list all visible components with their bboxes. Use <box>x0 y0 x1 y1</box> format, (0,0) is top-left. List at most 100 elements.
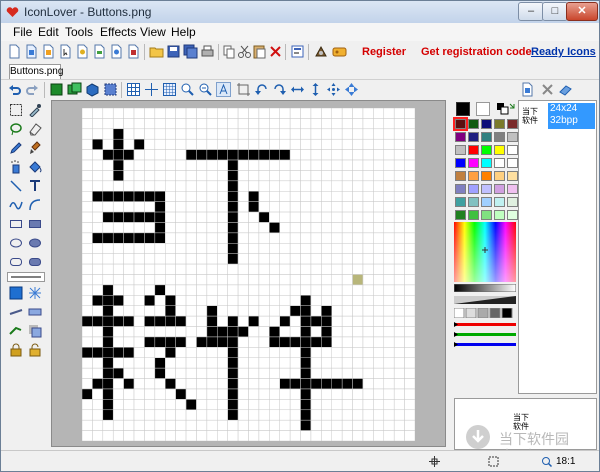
pixel-cell[interactable] <box>123 211 135 223</box>
pixel-cell[interactable] <box>237 232 249 244</box>
pixel-cell[interactable] <box>165 388 176 400</box>
pixel-cell[interactable] <box>196 347 208 358</box>
pixel-cell[interactable] <box>373 336 385 348</box>
pixel-cell[interactable] <box>279 378 291 390</box>
pixel-cell[interactable] <box>300 378 312 390</box>
pixel-cell[interactable] <box>92 284 104 296</box>
pixel-cell[interactable] <box>185 430 197 442</box>
palette-swatch[interactable] <box>481 119 492 129</box>
pixel-cell[interactable] <box>352 118 364 130</box>
pixel-cell[interactable] <box>352 326 364 338</box>
layer-3d-icon[interactable] <box>85 82 100 97</box>
pixel-cell[interactable] <box>206 378 218 390</box>
pixel-cell[interactable] <box>217 253 228 265</box>
pixel-cell[interactable] <box>331 347 343 358</box>
pixel-cell[interactable] <box>154 170 166 182</box>
pixel-cell[interactable] <box>300 367 312 379</box>
rounded-rect-filled-icon[interactable] <box>28 255 42 269</box>
pixel-cell[interactable] <box>248 191 260 202</box>
pixel-cell[interactable] <box>217 315 228 327</box>
pixel-cell[interactable] <box>289 357 301 369</box>
pixel-cell[interactable] <box>175 347 187 358</box>
pixel-cell[interactable] <box>383 211 395 223</box>
pixel-cell[interactable] <box>341 253 353 265</box>
pixel-cell[interactable] <box>331 180 343 192</box>
pixel-cell[interactable] <box>133 191 145 202</box>
pixel-cell[interactable] <box>393 419 405 431</box>
line-width-selector-icon[interactable] <box>7 272 45 282</box>
pixel-cell[interactable] <box>373 315 385 327</box>
pixel-cell[interactable] <box>92 430 104 442</box>
pixel-cell[interactable] <box>331 149 343 161</box>
pixel-cell[interactable] <box>373 138 385 150</box>
pixel-cell[interactable] <box>175 191 187 202</box>
pixel-cell[interactable] <box>279 263 291 275</box>
unlock-colors-icon[interactable] <box>28 343 42 357</box>
pixel-cell[interactable] <box>404 107 416 119</box>
pixel-cell[interactable] <box>133 357 145 369</box>
new-other-icon[interactable] <box>126 44 141 59</box>
gray-gradient-bar[interactable] <box>454 284 516 292</box>
pixel-cell[interactable] <box>341 170 353 182</box>
palette-swatch[interactable] <box>494 145 505 155</box>
pixel-cell[interactable] <box>133 409 145 421</box>
replace-color-icon[interactable] <box>9 324 23 338</box>
pixel-cell[interactable] <box>217 243 228 254</box>
pixel-cell[interactable] <box>341 222 353 234</box>
pixel-cell[interactable] <box>279 253 291 265</box>
pixel-cell[interactable] <box>310 149 322 161</box>
move-icon[interactable] <box>326 82 341 97</box>
pixel-cell[interactable] <box>175 274 187 286</box>
pixel-cell[interactable] <box>144 118 156 130</box>
pixel-cell[interactable] <box>165 191 176 202</box>
pixel-cell[interactable] <box>331 274 343 286</box>
menu-effects[interactable]: Effects <box>100 25 136 39</box>
pixel-cell[interactable] <box>154 284 166 296</box>
pixel-cell[interactable] <box>102 430 114 442</box>
register-link[interactable]: Register <box>362 46 406 58</box>
palette-swatch[interactable] <box>455 158 466 168</box>
pixel-cell[interactable] <box>217 128 228 140</box>
pixel-cell[interactable] <box>206 347 218 358</box>
palette-swatch[interactable] <box>481 171 492 181</box>
pixel-cell[interactable] <box>383 253 395 265</box>
pixel-cell[interactable] <box>310 253 322 265</box>
pixel-cell[interactable] <box>185 159 197 171</box>
pixel-cell[interactable] <box>404 347 416 358</box>
pixel-cell[interactable] <box>123 253 135 265</box>
pixel-cell[interactable] <box>258 430 270 442</box>
pixel-cell[interactable] <box>373 222 385 234</box>
pixel-cell[interactable] <box>248 399 260 411</box>
pixel-cell[interactable] <box>321 295 332 306</box>
pixel-cell[interactable] <box>321 149 332 161</box>
pixel-cell[interactable] <box>393 159 405 171</box>
pixel-cell[interactable] <box>196 326 208 338</box>
transparency-squares[interactable] <box>454 308 516 318</box>
pixel-cell[interactable] <box>102 138 114 150</box>
pixel-cell[interactable] <box>185 170 197 182</box>
pixel-cell[interactable] <box>331 128 343 140</box>
pixel-cell[interactable] <box>92 388 104 400</box>
pixel-cell[interactable] <box>383 232 395 244</box>
rotate-left-icon[interactable] <box>254 82 269 97</box>
palette-swatch[interactable] <box>507 197 518 207</box>
pixel-cell[interactable] <box>102 315 114 327</box>
pixel-cell[interactable] <box>175 430 187 442</box>
pixel-cell[interactable] <box>258 378 270 390</box>
pixel-cell[interactable] <box>196 253 208 265</box>
pixel-cell[interactable] <box>331 191 343 202</box>
zoom-in-icon[interactable] <box>180 82 195 97</box>
pixel-cell[interactable] <box>300 170 312 182</box>
pixel-cell[interactable] <box>81 419 93 431</box>
pixel-cell[interactable] <box>289 409 301 421</box>
pixel-cell[interactable] <box>102 399 114 411</box>
pixel-cell[interactable] <box>133 326 145 338</box>
palette-swatch[interactable] <box>494 197 505 207</box>
pixel-cell[interactable] <box>102 159 114 171</box>
pixel-cell[interactable] <box>227 357 239 369</box>
pixel-cell[interactable] <box>123 284 135 296</box>
pixel-cell[interactable] <box>165 170 176 182</box>
pixel-cell[interactable] <box>341 419 353 431</box>
pixel-cell[interactable] <box>289 419 301 431</box>
pixel-cell[interactable] <box>227 430 239 442</box>
